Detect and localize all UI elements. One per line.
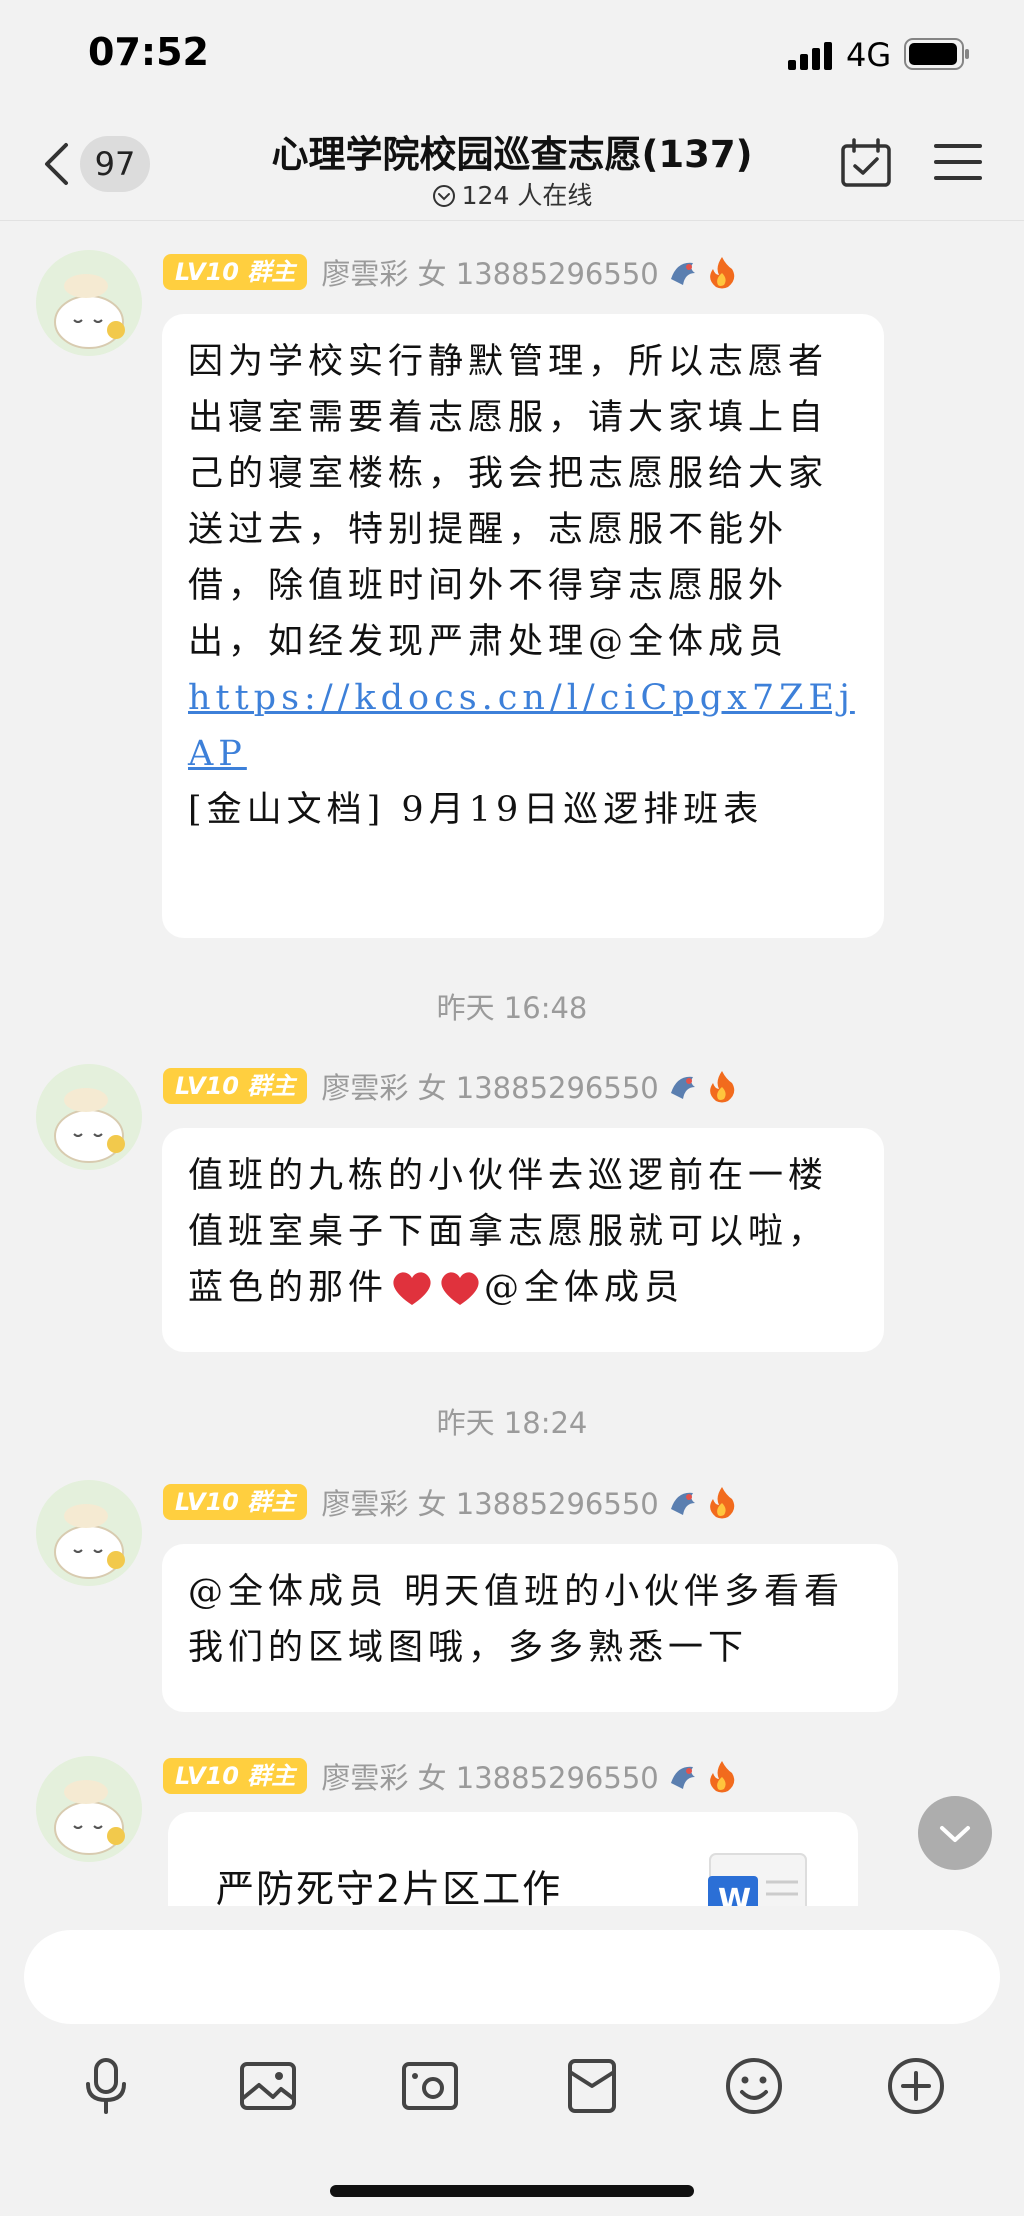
owner-badge: LV10 群主 <box>163 254 308 290</box>
avatar-image <box>36 1480 142 1586</box>
dragon-icon <box>670 1076 695 1099</box>
camera-button[interactable] <box>390 2046 470 2126</box>
image-icon <box>240 2062 296 2110</box>
dragon-icon <box>670 1492 695 1515</box>
sender-info: LV10 群主 廖雲彩 女 13885296550 <box>163 252 737 292</box>
owner-badge: LV10 群主 <box>163 1068 308 1104</box>
word-document-icon: W <box>708 1853 807 1914</box>
sender-info: LV10 群主 廖雲彩 女 13885296550 <box>163 1756 737 1796</box>
avatar[interactable] <box>36 1756 142 1862</box>
avatar-image <box>36 250 142 356</box>
sender-name[interactable]: 廖雲彩 女 13885296550 <box>321 1481 658 1523</box>
signal-icon <box>788 42 832 70</box>
emoji-icon <box>726 2058 782 2114</box>
microphone-icon <box>86 2058 126 2114</box>
red-packet-icon <box>568 2059 616 2113</box>
composer <box>0 1906 1024 2216</box>
online-count: 124 人在线 <box>461 181 593 210</box>
red-packet-button[interactable] <box>552 2046 632 2126</box>
home-indicator <box>330 2185 694 2197</box>
scroll-to-bottom-button[interactable] <box>918 1796 992 1870</box>
chat-header: 97 心理学院校园巡查志愿(137) 124 人在线 <box>0 110 1024 221</box>
message-bubble[interactable]: 值班的九栋的小伙伴去巡逻前在一楼值班室桌子下面拿志愿服就可以啦，蓝色的那件 @全体… <box>162 1128 884 1352</box>
message-text: 因为学校实行静默管理，所以志愿者出寝室需要着志愿服，请大家填上自己的寝室楼栋，我… <box>188 342 829 662</box>
avatar-image <box>36 1064 142 1170</box>
sender-info: LV10 群主 廖雲彩 女 13885296550 <box>163 1482 737 1522</box>
status-time: 07:52 <box>88 30 209 74</box>
status-bar: 07:52 4G <box>0 0 1024 110</box>
avatar-image <box>36 1756 142 1862</box>
avatar[interactable] <box>36 1480 142 1586</box>
plus-icon <box>888 2058 944 2114</box>
owner-badge: LV10 群主 <box>163 1758 308 1794</box>
owner-badge: LV10 群主 <box>163 1484 308 1520</box>
chevron-circle-icon <box>432 185 455 207</box>
sender-info: LV10 群主 廖雲彩 女 13885296550 <box>163 1066 737 1106</box>
mention[interactable]: @全体成员 <box>484 1268 684 1308</box>
fire-icon <box>709 1071 734 1103</box>
heart-icon <box>393 1272 431 1305</box>
photo-button[interactable] <box>228 2046 308 2126</box>
sender-name[interactable]: 廖雲彩 女 13885296550 <box>321 1065 658 1107</box>
fire-icon <box>709 1487 734 1519</box>
network-type: 4G <box>846 36 892 74</box>
message-text: @全体成员 明天值班的小伙伴多看看我们的区域图哦，多多熟悉一下 <box>188 1572 845 1668</box>
more-button[interactable] <box>876 2046 956 2126</box>
avatar[interactable] <box>36 1064 142 1170</box>
message-bubble[interactable]: @全体成员 明天值班的小伙伴多看看我们的区域图哦，多多熟悉一下 <box>162 1544 898 1712</box>
doc-link[interactable]: https://kdocs.cn/l/ciCpgx7ZEjAP <box>188 678 855 774</box>
sender-name[interactable]: 廖雲彩 女 13885296550 <box>321 251 658 293</box>
camera-icon <box>402 2062 458 2110</box>
avatar[interactable] <box>36 250 142 356</box>
heart-icon <box>441 1272 479 1305</box>
composer-toolbar <box>0 2046 1024 2142</box>
message-bubble[interactable]: 因为学校实行静默管理，所以志愿者出寝室需要着志愿服，请大家填上自己的寝室楼栋，我… <box>162 314 884 938</box>
dragon-icon <box>670 1766 695 1789</box>
doc-title[interactable]: [金山文档] 9月19日巡逻排班表 <box>188 790 763 830</box>
fire-icon <box>709 1761 734 1793</box>
emoji-button[interactable] <box>714 2046 794 2126</box>
voice-button[interactable] <box>66 2046 146 2126</box>
fire-icon <box>709 257 734 289</box>
menu-icon[interactable] <box>934 142 982 182</box>
file-name: 严防死守2片区工作 <box>216 1867 563 1911</box>
sender-name[interactable]: 廖雲彩 女 13885296550 <box>321 1755 658 1797</box>
dragon-icon <box>670 262 695 285</box>
chevron-down-icon <box>940 1826 970 1842</box>
timestamp-divider: 昨天 16:48 <box>436 991 588 1025</box>
calendar-check-icon[interactable] <box>840 138 892 188</box>
message-input[interactable] <box>24 1930 1000 2024</box>
timestamp-divider: 昨天 18:24 <box>436 1406 588 1440</box>
file-message-card[interactable]: 严防死守2片区工作 W <box>168 1812 858 1914</box>
battery-icon <box>904 38 969 70</box>
